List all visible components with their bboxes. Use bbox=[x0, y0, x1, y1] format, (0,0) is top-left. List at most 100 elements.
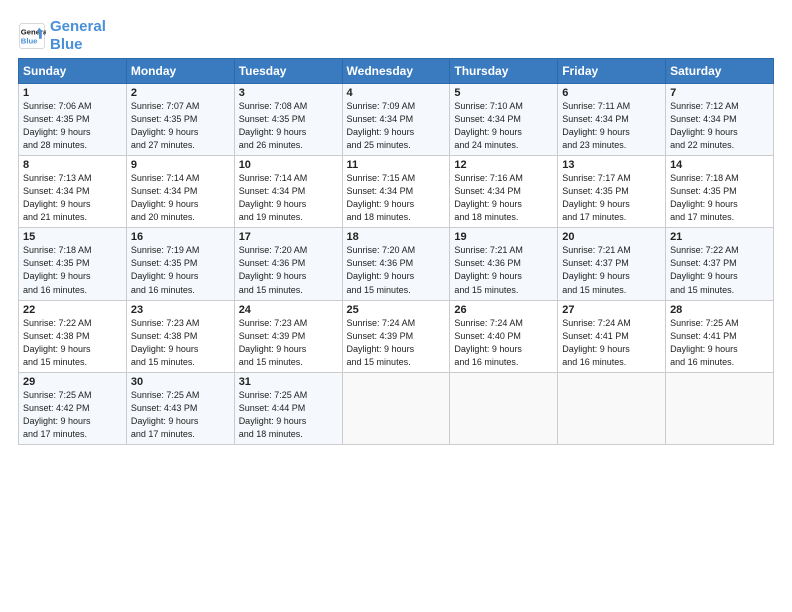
calendar-cell bbox=[558, 372, 666, 444]
day-number: 16 bbox=[131, 231, 230, 243]
calendar-cell: 7Sunrise: 7:12 AM Sunset: 4:34 PM Daylig… bbox=[666, 84, 774, 156]
calendar-cell: 22Sunrise: 7:22 AM Sunset: 4:38 PM Dayli… bbox=[19, 300, 127, 372]
day-of-week-header: Saturday bbox=[666, 59, 774, 84]
logo-text: General bbox=[50, 18, 106, 36]
days-header-row: SundayMondayTuesdayWednesdayThursdayFrid… bbox=[19, 59, 774, 84]
day-number: 20 bbox=[562, 231, 661, 243]
calendar-week-row: 15Sunrise: 7:18 AM Sunset: 4:35 PM Dayli… bbox=[19, 228, 774, 300]
day-info: Sunrise: 7:22 AM Sunset: 4:38 PM Dayligh… bbox=[23, 317, 122, 369]
logo-text-blue: Blue bbox=[50, 36, 106, 54]
day-info: Sunrise: 7:23 AM Sunset: 4:39 PM Dayligh… bbox=[239, 317, 338, 369]
logo-icon: General Blue bbox=[18, 22, 46, 50]
calendar-cell: 10Sunrise: 7:14 AM Sunset: 4:34 PM Dayli… bbox=[234, 156, 342, 228]
calendar-cell: 9Sunrise: 7:14 AM Sunset: 4:34 PM Daylig… bbox=[126, 156, 234, 228]
day-info: Sunrise: 7:22 AM Sunset: 4:37 PM Dayligh… bbox=[670, 244, 769, 296]
day-of-week-header: Tuesday bbox=[234, 59, 342, 84]
calendar-week-row: 1Sunrise: 7:06 AM Sunset: 4:35 PM Daylig… bbox=[19, 84, 774, 156]
day-info: Sunrise: 7:25 AM Sunset: 4:43 PM Dayligh… bbox=[131, 389, 230, 441]
day-info: Sunrise: 7:23 AM Sunset: 4:38 PM Dayligh… bbox=[131, 317, 230, 369]
day-info: Sunrise: 7:21 AM Sunset: 4:37 PM Dayligh… bbox=[562, 244, 661, 296]
day-number: 27 bbox=[562, 304, 661, 316]
svg-text:General: General bbox=[21, 28, 46, 37]
day-number: 13 bbox=[562, 159, 661, 171]
day-number: 26 bbox=[454, 304, 553, 316]
day-info: Sunrise: 7:11 AM Sunset: 4:34 PM Dayligh… bbox=[562, 100, 661, 152]
day-number: 10 bbox=[239, 159, 338, 171]
calendar-cell: 12Sunrise: 7:16 AM Sunset: 4:34 PM Dayli… bbox=[450, 156, 558, 228]
day-of-week-header: Sunday bbox=[19, 59, 127, 84]
day-number: 8 bbox=[23, 159, 122, 171]
day-number: 15 bbox=[23, 231, 122, 243]
svg-text:Blue: Blue bbox=[21, 37, 38, 46]
page-header: General Blue General Blue bbox=[18, 18, 774, 54]
day-number: 11 bbox=[347, 159, 446, 171]
day-info: Sunrise: 7:25 AM Sunset: 4:41 PM Dayligh… bbox=[670, 317, 769, 369]
day-info: Sunrise: 7:13 AM Sunset: 4:34 PM Dayligh… bbox=[23, 172, 122, 224]
day-number: 23 bbox=[131, 304, 230, 316]
calendar-cell: 30Sunrise: 7:25 AM Sunset: 4:43 PM Dayli… bbox=[126, 372, 234, 444]
calendar-cell bbox=[342, 372, 450, 444]
calendar-cell: 16Sunrise: 7:19 AM Sunset: 4:35 PM Dayli… bbox=[126, 228, 234, 300]
calendar-week-row: 22Sunrise: 7:22 AM Sunset: 4:38 PM Dayli… bbox=[19, 300, 774, 372]
calendar-cell: 31Sunrise: 7:25 AM Sunset: 4:44 PM Dayli… bbox=[234, 372, 342, 444]
day-number: 18 bbox=[347, 231, 446, 243]
calendar-cell: 28Sunrise: 7:25 AM Sunset: 4:41 PM Dayli… bbox=[666, 300, 774, 372]
calendar-cell: 6Sunrise: 7:11 AM Sunset: 4:34 PM Daylig… bbox=[558, 84, 666, 156]
calendar-cell: 24Sunrise: 7:23 AM Sunset: 4:39 PM Dayli… bbox=[234, 300, 342, 372]
day-info: Sunrise: 7:20 AM Sunset: 4:36 PM Dayligh… bbox=[239, 244, 338, 296]
logo: General Blue General Blue bbox=[18, 18, 106, 54]
calendar-cell: 1Sunrise: 7:06 AM Sunset: 4:35 PM Daylig… bbox=[19, 84, 127, 156]
day-info: Sunrise: 7:24 AM Sunset: 4:41 PM Dayligh… bbox=[562, 317, 661, 369]
day-info: Sunrise: 7:12 AM Sunset: 4:34 PM Dayligh… bbox=[670, 100, 769, 152]
calendar-cell: 8Sunrise: 7:13 AM Sunset: 4:34 PM Daylig… bbox=[19, 156, 127, 228]
day-number: 28 bbox=[670, 304, 769, 316]
calendar-cell: 29Sunrise: 7:25 AM Sunset: 4:42 PM Dayli… bbox=[19, 372, 127, 444]
day-of-week-header: Thursday bbox=[450, 59, 558, 84]
day-number: 22 bbox=[23, 304, 122, 316]
day-number: 17 bbox=[239, 231, 338, 243]
day-info: Sunrise: 7:07 AM Sunset: 4:35 PM Dayligh… bbox=[131, 100, 230, 152]
day-number: 19 bbox=[454, 231, 553, 243]
calendar-cell: 20Sunrise: 7:21 AM Sunset: 4:37 PM Dayli… bbox=[558, 228, 666, 300]
day-number: 1 bbox=[23, 87, 122, 99]
day-info: Sunrise: 7:06 AM Sunset: 4:35 PM Dayligh… bbox=[23, 100, 122, 152]
day-info: Sunrise: 7:08 AM Sunset: 4:35 PM Dayligh… bbox=[239, 100, 338, 152]
calendar-cell: 19Sunrise: 7:21 AM Sunset: 4:36 PM Dayli… bbox=[450, 228, 558, 300]
calendar-cell: 14Sunrise: 7:18 AM Sunset: 4:35 PM Dayli… bbox=[666, 156, 774, 228]
calendar-cell: 18Sunrise: 7:20 AM Sunset: 4:36 PM Dayli… bbox=[342, 228, 450, 300]
day-info: Sunrise: 7:24 AM Sunset: 4:40 PM Dayligh… bbox=[454, 317, 553, 369]
day-number: 31 bbox=[239, 376, 338, 388]
day-number: 12 bbox=[454, 159, 553, 171]
calendar-table: SundayMondayTuesdayWednesdayThursdayFrid… bbox=[18, 58, 774, 445]
day-info: Sunrise: 7:17 AM Sunset: 4:35 PM Dayligh… bbox=[562, 172, 661, 224]
calendar-cell: 5Sunrise: 7:10 AM Sunset: 4:34 PM Daylig… bbox=[450, 84, 558, 156]
calendar-cell: 23Sunrise: 7:23 AM Sunset: 4:38 PM Dayli… bbox=[126, 300, 234, 372]
calendar-cell: 25Sunrise: 7:24 AM Sunset: 4:39 PM Dayli… bbox=[342, 300, 450, 372]
day-info: Sunrise: 7:10 AM Sunset: 4:34 PM Dayligh… bbox=[454, 100, 553, 152]
calendar-cell bbox=[666, 372, 774, 444]
day-info: Sunrise: 7:25 AM Sunset: 4:42 PM Dayligh… bbox=[23, 389, 122, 441]
day-info: Sunrise: 7:18 AM Sunset: 4:35 PM Dayligh… bbox=[670, 172, 769, 224]
day-number: 2 bbox=[131, 87, 230, 99]
calendar-cell: 26Sunrise: 7:24 AM Sunset: 4:40 PM Dayli… bbox=[450, 300, 558, 372]
day-number: 24 bbox=[239, 304, 338, 316]
day-of-week-header: Friday bbox=[558, 59, 666, 84]
day-number: 7 bbox=[670, 87, 769, 99]
day-number: 6 bbox=[562, 87, 661, 99]
day-info: Sunrise: 7:09 AM Sunset: 4:34 PM Dayligh… bbox=[347, 100, 446, 152]
calendar-cell: 3Sunrise: 7:08 AM Sunset: 4:35 PM Daylig… bbox=[234, 84, 342, 156]
day-number: 3 bbox=[239, 87, 338, 99]
day-number: 14 bbox=[670, 159, 769, 171]
calendar-cell: 2Sunrise: 7:07 AM Sunset: 4:35 PM Daylig… bbox=[126, 84, 234, 156]
day-info: Sunrise: 7:16 AM Sunset: 4:34 PM Dayligh… bbox=[454, 172, 553, 224]
day-info: Sunrise: 7:25 AM Sunset: 4:44 PM Dayligh… bbox=[239, 389, 338, 441]
calendar-cell: 11Sunrise: 7:15 AM Sunset: 4:34 PM Dayli… bbox=[342, 156, 450, 228]
calendar-cell: 27Sunrise: 7:24 AM Sunset: 4:41 PM Dayli… bbox=[558, 300, 666, 372]
day-number: 9 bbox=[131, 159, 230, 171]
day-info: Sunrise: 7:19 AM Sunset: 4:35 PM Dayligh… bbox=[131, 244, 230, 296]
day-of-week-header: Wednesday bbox=[342, 59, 450, 84]
day-number: 5 bbox=[454, 87, 553, 99]
day-info: Sunrise: 7:14 AM Sunset: 4:34 PM Dayligh… bbox=[239, 172, 338, 224]
calendar-cell: 21Sunrise: 7:22 AM Sunset: 4:37 PM Dayli… bbox=[666, 228, 774, 300]
day-number: 29 bbox=[23, 376, 122, 388]
